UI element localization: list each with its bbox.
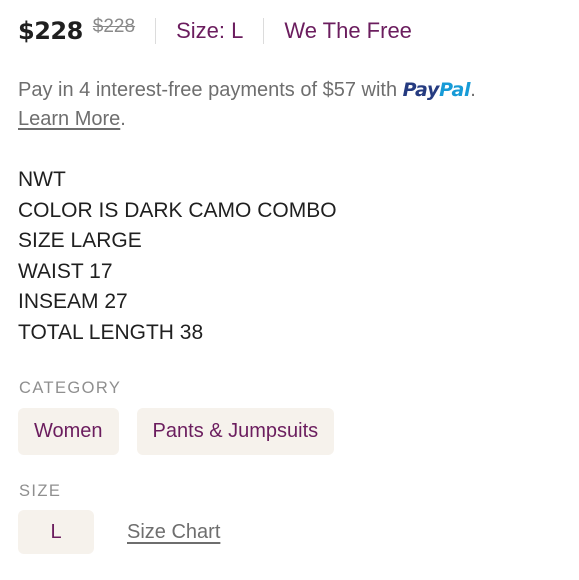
divider	[155, 18, 157, 44]
original-price: $228	[92, 16, 136, 37]
description-line: INSEAM 27	[18, 290, 128, 313]
price-row: $228 $228 Size: L We The Free	[18, 14, 412, 48]
divider	[263, 18, 265, 44]
learn-more-link[interactable]: Learn More	[18, 108, 120, 130]
description-line: WAIST 17	[18, 259, 113, 283]
learn-more-period: .	[120, 108, 126, 130]
size-chip-l[interactable]: L	[18, 510, 94, 554]
size-chart-link[interactable]: Size Chart	[127, 521, 220, 544]
paypal-logo: PayPal	[403, 79, 471, 101]
size-link[interactable]: Size: L	[176, 18, 243, 44]
paypal-financing-message: Pay in 4 interest-free payments of $57 w…	[18, 76, 563, 134]
price: $228	[18, 17, 83, 45]
paypal-message-text: Pay in 4 interest-free payments of $57 w…	[18, 79, 403, 101]
paypal-message-period: .	[470, 79, 476, 101]
category-chip-pants-jumpsuits[interactable]: Pants & Jumpsuits	[136, 408, 335, 455]
description-line: NWT	[18, 168, 66, 191]
description-line: TOTAL LENGTH 38	[18, 320, 204, 344]
paypal-logo-pay: Pay	[402, 79, 440, 101]
paypal-logo-pal: Pal	[439, 79, 471, 101]
category-chip-women[interactable]: Women	[18, 408, 119, 455]
category-heading: CATEGORY	[19, 379, 122, 397]
category-chips: Women Pants & Jumpsuits	[18, 408, 335, 455]
listing-description: NWT COLOR IS DARK CAMO COMBO SIZE LARGE …	[18, 165, 337, 348]
brand-link[interactable]: We The Free	[284, 18, 412, 44]
description-line: SIZE LARGE	[18, 229, 142, 252]
description-line: COLOR IS DARK CAMO COMBO	[18, 198, 337, 222]
size-heading: SIZE	[19, 482, 62, 500]
size-chips: L Size Chart	[18, 510, 220, 554]
